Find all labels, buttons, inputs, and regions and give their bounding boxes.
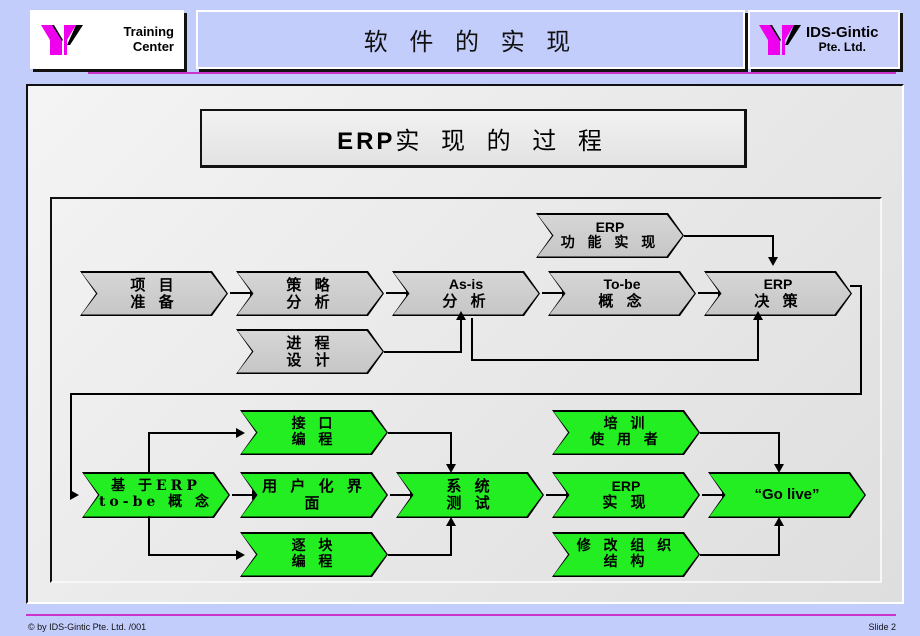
- flow-node-go-live[interactable]: “Go live”: [708, 472, 866, 518]
- slide-title-latin: ERP: [337, 127, 396, 155]
- connector-erp-function-to-decision-h: [684, 235, 774, 237]
- logo-line-2: Pte. Ltd.: [818, 40, 866, 55]
- node-label: 项 目 准 备: [130, 275, 178, 311]
- flow-node-as-is[interactable]: As-is 分 析: [392, 271, 540, 316]
- slide-title-box: ERP实 现 的 过 程: [200, 109, 747, 168]
- connector-concept-to-interface-h: [148, 432, 238, 434]
- connector-train-to-golive-h: [700, 432, 780, 434]
- y-logo-icon: [41, 24, 83, 55]
- training-center-logo: Training Center: [30, 10, 184, 69]
- node-label: 修 改 组 织 结 构: [576, 537, 676, 570]
- slide-panel: ERP实 现 的 过 程 ERP 功 能 实 现 项 目 准 备 策 略 分 析…: [26, 84, 904, 604]
- connector-decision-wrap-v-right: [860, 285, 862, 395]
- connector-strategy-to-asis: [386, 292, 408, 294]
- top-banner: Training Center 软 件 的 实 现 IDS-Gintic Pte…: [0, 0, 920, 75]
- flow-node-erp-function[interactable]: ERP 功 能 实 现: [536, 213, 684, 258]
- footer-divider-rule: [26, 614, 896, 616]
- banner-title-box: 软 件 的 实 现: [196, 10, 745, 69]
- slide-title-cjk: 实 现 的 过 程: [395, 126, 609, 155]
- training-center-logo-text: Training Center: [88, 23, 174, 55]
- arrow-right-to-erp-to-be-concept: [70, 490, 79, 500]
- connector-erp-realize-to-golive: [702, 494, 724, 496]
- process-diagram: ERP 功 能 实 现 项 目 准 备 策 略 分 析 As-is 分 析 To…: [50, 197, 882, 583]
- node-label: As-is 分 析: [442, 276, 490, 310]
- connector-module-to-test-v: [450, 524, 452, 556]
- connector-org-to-golive-h: [700, 554, 780, 556]
- node-label: 用 户 化 界 面: [262, 477, 366, 512]
- flow-node-system-test[interactable]: 系 统 测 试: [396, 472, 544, 518]
- flow-node-to-be[interactable]: To-be 概 念: [548, 271, 696, 316]
- connector-test-to-erp-realize: [546, 494, 568, 496]
- node-label: To-be 概 念: [598, 276, 646, 310]
- banner-title: 软 件 的 实 现: [363, 28, 578, 56]
- connector-asis-to-tobe: [542, 292, 564, 294]
- arrow-down-to-system-test: [446, 464, 456, 473]
- connector-concept-branch-v-down: [148, 516, 150, 556]
- connector-tobe-to-decision: [698, 292, 720, 294]
- connector-decision-wrap-h-bottom: [70, 393, 862, 395]
- page-title: ERP实 现 的 过 程: [337, 121, 609, 156]
- arrow-up-to-go-live: [774, 517, 784, 526]
- flow-node-module-prog[interactable]: 逐 块 编 程: [240, 532, 388, 577]
- connector-concept-to-ui: [232, 494, 254, 496]
- logo-line-2: Center: [132, 38, 174, 54]
- connector-process-design-v: [460, 318, 462, 353]
- node-label: ERP 实 现: [602, 477, 650, 512]
- arrow-down-to-go-live: [774, 464, 784, 473]
- flow-node-org-change[interactable]: 修 改 组 织 结 构: [552, 532, 700, 577]
- connector-ui-to-test: [390, 494, 412, 496]
- flow-node-process-design[interactable]: 进 程 设 计: [236, 329, 384, 374]
- connector-asis-feedback-v: [471, 318, 473, 361]
- node-label: “Go live”: [754, 485, 820, 503]
- node-label: ERP 功 能 实 现: [560, 218, 660, 251]
- connector-interface-to-test-v: [450, 432, 452, 466]
- connector-decision-feedback-v: [757, 318, 759, 361]
- arrow-down-to-erp-decision: [768, 257, 778, 266]
- logo-line-1: Training: [123, 23, 174, 39]
- node-label: 系 统 测 试: [446, 477, 494, 512]
- logo-line-1: IDS-Gintic: [806, 23, 879, 41]
- connector-prep-to-strategy: [230, 292, 252, 294]
- node-label: 基 于ERP to-be 概 念: [98, 478, 214, 510]
- connector-process-design-h: [384, 351, 462, 353]
- arrow-right-to-interface-prog: [236, 428, 245, 438]
- arrow-up-to-asis-1: [456, 311, 466, 320]
- arrow-up-to-system-test: [446, 517, 456, 526]
- node-label: 逐 块 编 程: [291, 537, 337, 570]
- flow-node-train-users[interactable]: 培 训 使 用 者: [552, 410, 700, 455]
- node-label: 培 训 使 用 者: [590, 415, 662, 448]
- flow-node-erp-realize[interactable]: ERP 实 现: [552, 472, 700, 518]
- connector-erp-function-to-decision-v: [772, 235, 774, 259]
- node-label: ERP 决 策: [754, 276, 802, 310]
- flow-node-erp-to-be-concept[interactable]: 基 于ERP to-be 概 念: [82, 472, 230, 518]
- footer-copyright: © by IDS-Gintic Pte. Ltd. /001: [28, 622, 147, 632]
- node-label: 进 程 设 计: [286, 333, 334, 369]
- node-label: 接 口 编 程: [291, 415, 337, 448]
- ids-gintic-logo-text: IDS-Gintic Pte. Ltd.: [806, 24, 879, 55]
- connector-concept-branch-v: [148, 432, 150, 474]
- banner-divider-rule: [88, 72, 896, 74]
- connector-interface-to-test-h: [388, 432, 452, 434]
- flow-node-user-interface[interactable]: 用 户 化 界 面: [240, 472, 388, 518]
- flow-node-strategy[interactable]: 策 略 分 析: [236, 271, 384, 316]
- arrow-up-to-erp-decision-feedback: [753, 311, 763, 320]
- connector-asis-feedback-h: [471, 359, 759, 361]
- connector-org-to-golive-v: [778, 524, 780, 556]
- connector-decision-wrap-v-left: [70, 393, 72, 495]
- connector-concept-to-module-h: [148, 554, 238, 556]
- connector-module-to-test-h: [388, 554, 452, 556]
- connector-decision-wrap-h-top: [850, 285, 862, 287]
- node-label: 策 略 分 析: [286, 275, 334, 311]
- flow-node-interface-prog[interactable]: 接 口 编 程: [240, 410, 388, 455]
- arrow-right-to-module-prog: [236, 550, 245, 560]
- connector-train-to-golive-v: [778, 432, 780, 466]
- ids-gintic-logo: IDS-Gintic Pte. Ltd.: [748, 10, 900, 69]
- y-logo-icon: [759, 24, 801, 55]
- footer-slide-number: Slide 2: [868, 622, 896, 632]
- flow-node-erp-decision[interactable]: ERP 决 策: [704, 271, 852, 316]
- flow-node-project-prep[interactable]: 项 目 准 备: [80, 271, 228, 316]
